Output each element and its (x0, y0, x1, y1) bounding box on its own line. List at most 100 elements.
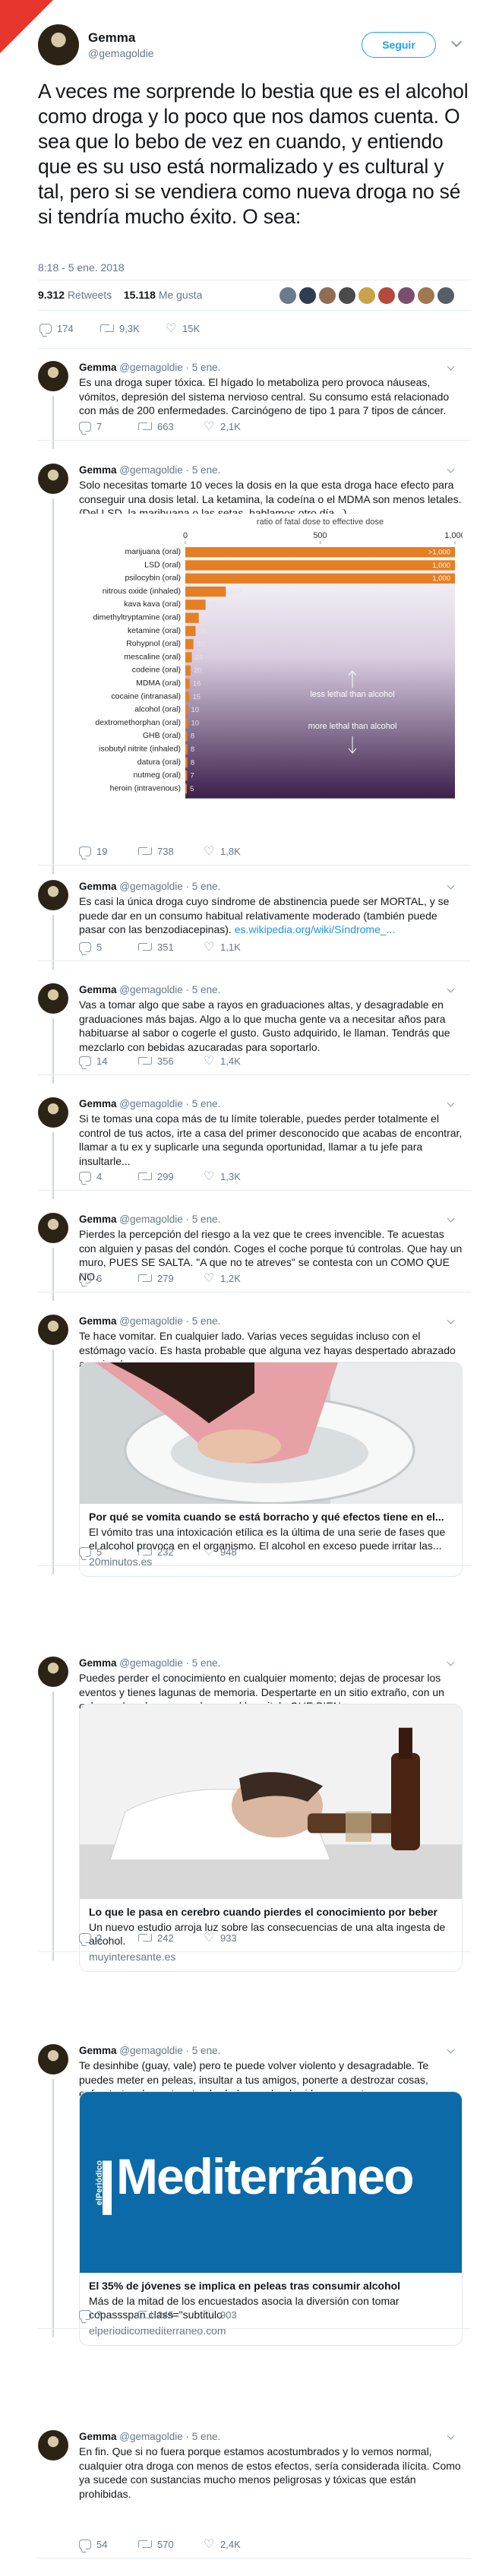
like-button[interactable]: ♡ 2,4K (204, 2536, 241, 2552)
category-label: dimethyltryptamine (oral) (93, 613, 181, 622)
reply-button[interactable]: 19 (79, 843, 107, 859)
retweet-button[interactable]: 9,3K (100, 321, 140, 336)
reply-button[interactable]: 6 (79, 1271, 102, 1286)
retweet-button[interactable]: 242 (138, 1930, 174, 1945)
author-name[interactable]: Gemma (79, 1657, 117, 1669)
author-handle[interactable]: @gemagoldie · 5 ene. (119, 2045, 220, 2056)
retweet-button[interactable]: 279 (138, 1271, 174, 1286)
retweet-button[interactable]: 570 (138, 2536, 174, 2552)
reply-tweet[interactable]: Gemma @gemagoldie · 5 ene. Es casi la ún… (38, 880, 471, 970)
reply-button[interactable]: 5 (79, 939, 102, 954)
like-button[interactable]: ♡ 2,1K (204, 419, 241, 434)
avatar[interactable] (38, 2430, 68, 2460)
reply-button[interactable]: 174 (39, 321, 74, 336)
author-name[interactable]: Gemma (79, 362, 117, 373)
avatar[interactable] (317, 286, 337, 305)
retweet-count: 279 (157, 1272, 174, 1284)
like-button[interactable]: ♡ 903 (204, 2307, 237, 2322)
retweet-button[interactable]: 232 (138, 1544, 174, 1559)
author-name[interactable]: Gemma (79, 464, 117, 476)
reply-button[interactable]: 14 (79, 1053, 107, 1068)
thread-line (52, 2079, 54, 2337)
reply-button[interactable]: 7 (79, 419, 102, 434)
retweet-button[interactable]: 356 (138, 1053, 174, 1068)
like-button[interactable]: ♡ 933 (204, 1930, 237, 1945)
reply-button[interactable]: 7 (79, 2307, 102, 2322)
reply-button[interactable]: 4 (79, 1169, 102, 1184)
author-name[interactable]: Gemma (79, 881, 117, 892)
avatar[interactable] (38, 1315, 68, 1345)
author-name[interactable]: Gemma (79, 1315, 117, 1327)
reply-button[interactable]: 54 (79, 2536, 107, 2552)
author-handle[interactable]: @gemagoldie · 5 ene. (119, 1098, 220, 1109)
card-image (80, 1362, 462, 1504)
author-name[interactable]: Gemma (79, 2045, 117, 2056)
like-button[interactable]: ♡ 1,2K (204, 1271, 241, 1286)
avatar[interactable] (38, 983, 68, 1014)
retweet-button[interactable]: 351 (138, 939, 174, 954)
author-name[interactable]: Gemma (79, 1214, 117, 1225)
author-name[interactable]: Gemma (79, 1098, 117, 1109)
author-name[interactable]: Gemma (88, 30, 135, 46)
avatar[interactable] (38, 464, 68, 494)
retweet-button[interactable]: 738 (138, 843, 174, 859)
retweet-button[interactable]: 299 (138, 1169, 174, 1184)
retweet-button[interactable]: 245 (138, 2307, 174, 2322)
reply-tweet[interactable]: Gemma @gemagoldie · 5 ene. Es una droga … (38, 361, 471, 449)
avatar[interactable] (278, 286, 298, 305)
retweets-count[interactable]: 9.312 (38, 289, 65, 301)
like-button[interactable]: ♡ 15K (166, 321, 200, 336)
avatar[interactable] (357, 286, 377, 305)
like-button[interactable]: ♡ 948 (204, 1544, 237, 1559)
reply-tweet[interactable]: Gemma @gemagoldie · 5 ene. Te desinhibe … (38, 2044, 471, 2346)
like-button[interactable]: ♡ 1,8K (204, 843, 241, 859)
avatar[interactable] (416, 286, 436, 305)
like-button[interactable]: ♡ 1,3K (204, 1169, 241, 1184)
reply-tweet[interactable]: Gemma @gemagoldie · 5 ene. Vas a tomar a… (38, 983, 471, 1084)
reply-tweet[interactable]: Gemma @gemagoldie · 5 ene. Pierdes la pe… (38, 1213, 471, 1301)
like-button[interactable]: ♡ 1,1K (204, 939, 241, 954)
retweets-label[interactable]: Retweets (68, 289, 112, 301)
avatar[interactable] (298, 286, 317, 305)
avatar[interactable] (38, 880, 68, 910)
author-name[interactable]: Gemma (79, 2431, 117, 2442)
author-handle[interactable]: @gemagoldie · 5 ene. (119, 362, 220, 373)
avatar[interactable] (38, 1213, 68, 1243)
tweet-datetime[interactable]: 8:18 - 5 ene. 2018 (38, 261, 125, 274)
avatar[interactable] (38, 1657, 68, 1687)
reply-tweet[interactable]: Gemma @gemagoldie · 5 ene. Te hace vomit… (38, 1315, 471, 1577)
author-handle[interactable]: @gemagoldie · 5 ene. (119, 2431, 220, 2442)
reply-button[interactable]: 5 (79, 1544, 102, 1559)
author-name[interactable]: Gemma (79, 984, 117, 995)
avatar[interactable] (38, 361, 68, 391)
likes-count[interactable]: 15.118 (124, 289, 156, 301)
reply-button[interactable]: 2 (79, 1930, 102, 1945)
like-button[interactable]: ♡ 1,4K (204, 1053, 241, 1068)
follow-button[interactable]: Seguir (362, 32, 436, 58)
avatar[interactable] (436, 286, 456, 305)
retweet-button[interactable]: 663 (138, 419, 174, 434)
author-handle[interactable]: @gemagoldie (88, 47, 154, 59)
reply-tweet[interactable]: Gemma @gemagoldie · 5 ene. Solo necesita… (38, 464, 471, 874)
chart-image[interactable]: ratio of fatal dose to effective dose 0 50… (79, 514, 466, 812)
like-count: 903 (220, 2309, 237, 2321)
chevron-down-icon[interactable] (450, 36, 463, 48)
category-label: GHB (oral) (143, 731, 181, 740)
author-handle[interactable]: @gemagoldie · 5 ene. (119, 1214, 220, 1225)
likes-label[interactable]: Me gusta (159, 289, 203, 301)
author-handle[interactable]: @gemagoldie · 5 ene. (119, 1315, 220, 1327)
avatar[interactable] (38, 1097, 68, 1128)
reply-tweet[interactable]: Gemma @gemagoldie · 5 ene. Si te tomas u… (38, 1097, 471, 1199)
reply-tweet[interactable]: Gemma @gemagoldie · 5 ene. En fin. Que s… (38, 2430, 471, 2555)
heart-icon: ♡ (204, 1544, 215, 1559)
avatar[interactable] (38, 2044, 68, 2074)
avatar[interactable] (377, 286, 396, 305)
avatar[interactable] (396, 286, 416, 305)
reply-tweet[interactable]: Gemma @gemagoldie · 5 ene. Puedes perder… (38, 1657, 471, 1972)
wiki-link[interactable]: es.wikipedia.org/wiki/Síndrome_... (235, 923, 396, 935)
author-handle[interactable]: @gemagoldie · 5 ene. (119, 1657, 220, 1669)
avatar[interactable] (337, 286, 357, 305)
author-handle[interactable]: @gemagoldie · 5 ene. (119, 464, 220, 476)
author-handle[interactable]: @gemagoldie · 5 ene. (119, 984, 220, 995)
author-handle[interactable]: @gemagoldie · 5 ene. (119, 881, 220, 892)
